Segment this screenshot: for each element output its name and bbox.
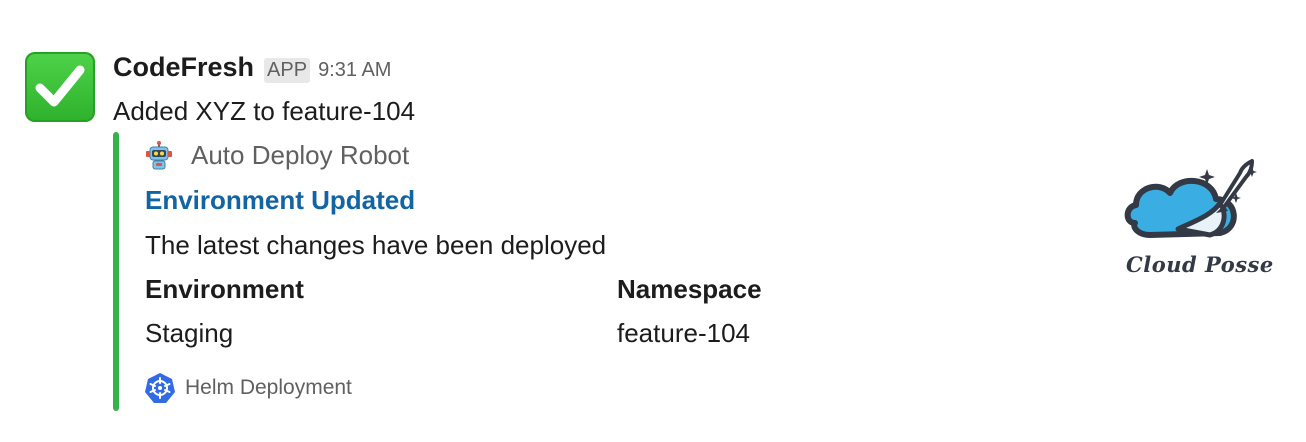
- attachment-color-bar: [113, 132, 119, 411]
- app-avatar[interactable]: [25, 52, 95, 122]
- cloud-posse-logo-text: Cloud Posse: [1126, 252, 1274, 277]
- robot-icon: [146, 140, 172, 169]
- field-title-environment: Environment: [145, 274, 304, 304]
- field-value-environment: Staging: [145, 318, 234, 348]
- field-title-namespace: Namespace: [617, 274, 762, 304]
- sender-name[interactable]: CodeFresh: [113, 52, 254, 83]
- message-header: CodeFresh APP 9:31 AM: [113, 52, 391, 86]
- attachment-title-link[interactable]: Environment Updated: [145, 185, 415, 216]
- kubernetes-helm-icon: [145, 373, 175, 403]
- attachment-author-name[interactable]: Auto Deploy Robot: [191, 140, 409, 171]
- white-check-mark-icon: [35, 65, 85, 107]
- field-value-namespace: feature-104: [617, 318, 750, 348]
- app-badge: APP: [264, 58, 311, 83]
- attachment-author: Auto Deploy Robot: [144, 140, 409, 171]
- attachment-footer-text: Helm Deployment: [185, 376, 352, 399]
- attachment-text: The latest changes have been deployed: [145, 230, 607, 260]
- message-text: Added XYZ to feature-104: [113, 96, 416, 126]
- message-timestamp[interactable]: 9:31 AM: [318, 59, 391, 82]
- attachment-footer: Helm Deployment: [144, 372, 352, 404]
